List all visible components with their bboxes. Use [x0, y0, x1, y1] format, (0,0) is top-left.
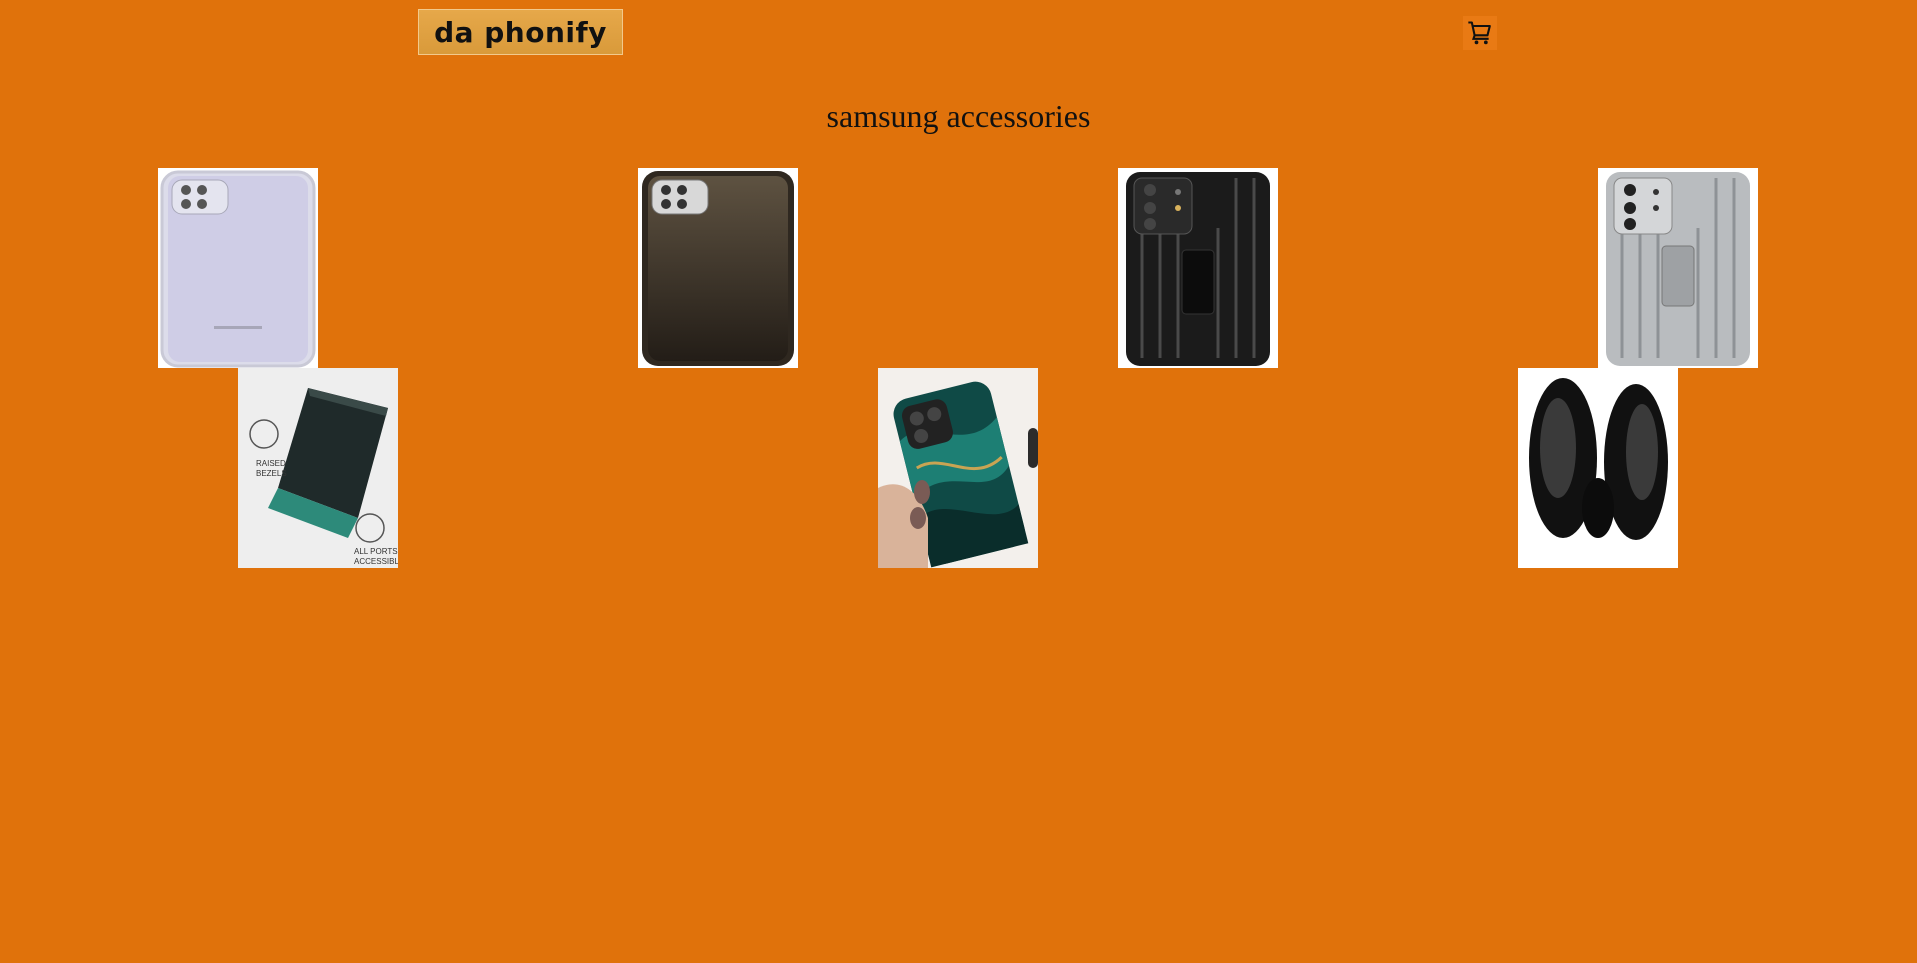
phone-case-silver-stand-image: [1598, 168, 1758, 368]
marble-case-image: [878, 368, 1038, 568]
product-silver-stand-case[interactable]: [1598, 168, 1758, 368]
phone-case-brown-image: [638, 168, 798, 368]
cart-icon: [1468, 21, 1491, 45]
flip-case-label-1: RAISED: [256, 459, 286, 468]
logo[interactable]: da phonify: [418, 9, 623, 55]
flip-case-label-3: ALL PORTS: [354, 547, 398, 556]
product-flip-case[interactable]: RAISED BEZELS ALL PORTS ACCESSIBLE: [238, 368, 398, 568]
flip-case-label-4: ACCESSIBLE: [354, 557, 398, 566]
earbuds-image: [1518, 368, 1678, 568]
product-black-stand-case[interactable]: [1118, 168, 1278, 368]
flip-case-label-2: BEZELS: [256, 469, 287, 478]
product-earbuds[interactable]: [1518, 368, 1678, 568]
product-marble-case[interactable]: [878, 368, 1038, 568]
page-title: samsung accessories: [826, 98, 1091, 134]
phone-case-black-stand-image: [1118, 168, 1278, 368]
cart-button[interactable]: [1463, 16, 1497, 50]
logo-text: da phonify: [434, 15, 607, 49]
flip-case-image: RAISED BEZELS ALL PORTS ACCESSIBLE: [238, 368, 398, 568]
product-clear-case[interactable]: [158, 168, 318, 368]
product-brown-case[interactable]: [638, 168, 798, 368]
phone-case-clear-image: [158, 168, 318, 368]
